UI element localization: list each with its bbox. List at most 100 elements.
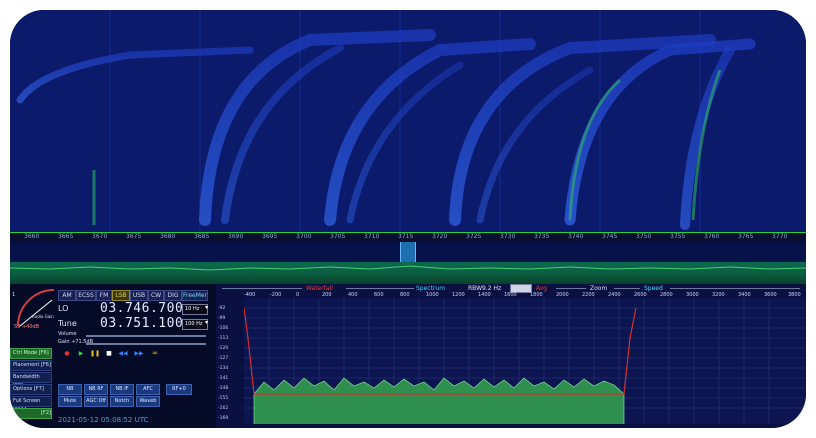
freq-tick: 3730 [500, 233, 516, 240]
spectrum-y-tick: -162 [218, 406, 229, 411]
avg-slider[interactable] [556, 288, 586, 289]
agc-off-button[interactable]: AGC Off [84, 396, 108, 407]
freq-tick: 3740 [568, 233, 584, 240]
spectrum-x-tick: 1000 [426, 292, 439, 298]
nb-button[interactable]: NB [58, 384, 82, 395]
spectrum-x-tick: 1600 [504, 292, 517, 298]
spectrum-x-tick: 200 [322, 292, 332, 298]
audio-spectrum-plot[interactable] [243, 298, 806, 424]
waterfall-label: Waterfall [306, 285, 333, 292]
spectrum-x-tick: 400 [348, 292, 358, 298]
spectrum-y-tick: -134 [218, 366, 229, 371]
spectrum-y-tick: -106 [218, 326, 229, 331]
options-button[interactable]: Options [F7] [10, 384, 52, 395]
freq-tick: 3725 [466, 233, 482, 240]
gain-slider[interactable] [86, 343, 206, 345]
waterfall-traces [10, 10, 806, 232]
mode-ecss[interactable]: ECSS [76, 290, 96, 301]
waterfall-slider[interactable] [222, 288, 302, 289]
spectrum-x-tick: 3800 [788, 292, 801, 298]
spectrum-panel: Waterfall Spectrum RBW 9.2 Hz Avg Zoom S… [216, 284, 806, 428]
mode-fm[interactable]: FM [96, 290, 112, 301]
volume-label: Volume [58, 331, 77, 337]
freq-tick: 3770 [772, 233, 788, 240]
spectrum-x-tick: 1400 [478, 292, 491, 298]
zoom-label: Zoom [590, 285, 608, 292]
spectrum-y-tick: -92 [218, 306, 226, 311]
spectrum-y-tick: -127 [218, 356, 229, 361]
tune-frequency[interactable]: 03.751.100 [100, 316, 183, 331]
freq-tick: 3695 [262, 233, 278, 240]
spectrum-y-tick: -113 [218, 336, 229, 341]
spectrum-x-tick: 2600 [634, 292, 647, 298]
pause-icon[interactable]: ❚❚ [90, 350, 100, 357]
band-spectrum-trace [10, 265, 806, 271]
spectrum-slider[interactable] [346, 288, 414, 289]
spectrum-x-tick: 1800 [530, 292, 543, 298]
bandwidth-button[interactable]: Bandwidth [F8] [10, 372, 52, 389]
mode-usb[interactable]: USB [130, 290, 148, 301]
speed-slider[interactable] [670, 288, 800, 289]
utc-clock: 2021-05-12 05:08:52 UTC [58, 416, 149, 424]
freq-tick: 3690 [228, 233, 244, 240]
afc-button[interactable]: AFC [136, 384, 160, 395]
spectrum-y-tick: -120 [218, 346, 229, 351]
stop-icon[interactable]: ■ [104, 350, 114, 357]
zoom-slider[interactable] [614, 288, 640, 289]
spectrum-x-tick: 3200 [712, 292, 725, 298]
spectrum-x-tick: 2800 [660, 292, 673, 298]
waterfall-display[interactable] [10, 10, 806, 232]
mode-freemer[interactable]: FreeMer [182, 290, 208, 301]
spectrum-x-tick: 2200 [582, 292, 595, 298]
s-meter-scale-left: 1 [12, 292, 16, 298]
play-icon[interactable]: ▶ [76, 350, 86, 357]
rf-offset-button[interactable]: RF+0 [166, 384, 192, 395]
tuning-marker[interactable] [400, 242, 416, 264]
s-meter-label: Audio Gain [32, 314, 54, 319]
mode-lsb[interactable]: LSB [112, 290, 130, 301]
spectrum-x-tick: -400 [244, 292, 256, 298]
record-icon[interactable]: ● [62, 350, 72, 357]
band-spectrum [10, 262, 806, 284]
spectrum-x-tick: 3600 [764, 292, 777, 298]
nb-rf-button[interactable]: NB RF [84, 384, 108, 395]
freq-tick: 3680 [160, 233, 176, 240]
sdr-window: 3660 3665 3670 3675 3680 3685 3690 3695 … [10, 10, 806, 428]
freq-tick: 3765 [738, 233, 754, 240]
fast-forward-icon[interactable]: ▶▶ [134, 350, 144, 357]
mode-am[interactable]: AM [58, 290, 76, 301]
freq-tick: 3670 [92, 233, 108, 240]
placement-button[interactable]: Placement [F6] [10, 360, 52, 371]
lo-step-dropdown-icon[interactable]: ▾ [205, 304, 208, 311]
freq-tick: 3745 [602, 233, 618, 240]
freq-tick: 3660 [24, 233, 40, 240]
tune-label: Tune [58, 319, 77, 328]
spectrum-x-tick: 2400 [608, 292, 621, 298]
freq-tick: 3715 [398, 233, 414, 240]
spectrum-y-tick: -155 [218, 396, 229, 401]
spectrum-x-tick: 2000 [556, 292, 569, 298]
mute-button[interactable]: Mute [58, 396, 82, 407]
freq-tick: 3755 [670, 233, 686, 240]
ctrl-mode-button[interactable]: Ctrl Mode [F6] [10, 348, 52, 359]
loop-icon[interactable]: ∞ [150, 350, 160, 357]
lo-frequency[interactable]: 03.746.700 [100, 301, 183, 316]
full-screen-button[interactable]: Full Screen [F11] [10, 396, 52, 413]
spectrum-x-tick: 800 [400, 292, 410, 298]
mode-cw[interactable]: CW [148, 290, 164, 301]
nb-if-button[interactable]: NB IF [110, 384, 134, 395]
volume-slider[interactable] [86, 335, 206, 337]
freq-tick: 3720 [432, 233, 448, 240]
tune-step-dropdown-icon[interactable]: ▾ [205, 319, 208, 326]
spectrum-y-tick: -148 [218, 386, 229, 391]
lo-label: LO [58, 304, 69, 313]
spectrum-y-tick: -141 [218, 376, 229, 381]
f2-button[interactable]: [F2] [10, 408, 52, 419]
waveb-button[interactable]: Waveb [136, 396, 160, 407]
spectrum-label: Spectrum [416, 285, 446, 292]
notch-button[interactable]: Notch [110, 396, 134, 407]
mode-dig[interactable]: DIG [164, 290, 182, 301]
rewind-icon[interactable]: ◀◀ [118, 350, 128, 357]
freq-tick: 3685 [194, 233, 210, 240]
avg-label: Avg [536, 285, 548, 292]
